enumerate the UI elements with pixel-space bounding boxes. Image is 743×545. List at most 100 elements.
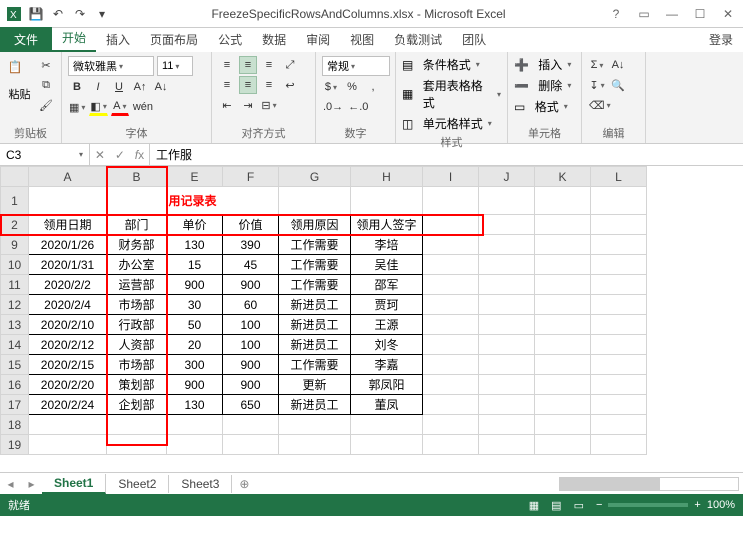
empty-cell[interactable] — [351, 435, 423, 455]
data-cell[interactable]: 郭凤阳 — [351, 375, 423, 395]
data-cell[interactable]: 60 — [223, 295, 279, 315]
data-cell[interactable]: 新进员工 — [279, 315, 351, 335]
data-cell[interactable]: 贾珂 — [351, 295, 423, 315]
currency-button[interactable]: $▾ — [322, 78, 340, 96]
cancel-formula-icon[interactable]: ✕ — [95, 148, 105, 162]
empty-cell[interactable] — [535, 415, 591, 435]
zoom-level[interactable]: 100% — [707, 499, 735, 511]
empty-cell[interactable] — [167, 435, 223, 455]
row-header-2[interactable]: 2 — [1, 215, 29, 235]
empty-cell[interactable] — [479, 435, 535, 455]
tab-page-layout[interactable]: 页面布局 — [140, 27, 208, 52]
format-painter-icon[interactable]: 🖌 — [37, 96, 55, 114]
empty-cell[interactable] — [279, 435, 351, 455]
merge-center-button[interactable]: ⊟▾ — [260, 96, 278, 114]
font-size-combo[interactable]: 11▾ — [157, 56, 193, 76]
row-header-9[interactable]: 9 — [1, 235, 29, 255]
col-header-J[interactable]: J — [479, 167, 535, 187]
data-cell[interactable]: 市场部 — [107, 295, 167, 315]
find-select-button[interactable]: 🔍 — [609, 76, 627, 94]
increase-indent-button[interactable]: ⇥ — [239, 96, 257, 114]
wrap-text-button[interactable]: ↩ — [281, 76, 299, 94]
col-header-B[interactable]: B — [107, 167, 167, 187]
col-header-H[interactable]: H — [351, 167, 423, 187]
decrease-indent-button[interactable]: ⇤ — [218, 96, 236, 114]
tab-insert[interactable]: 插入 — [96, 27, 140, 52]
empty-cell[interactable] — [535, 435, 591, 455]
grow-font-button[interactable]: A↑ — [131, 78, 149, 96]
formula-input[interactable]: 工作服 — [150, 144, 743, 165]
col-header-F[interactable]: F — [223, 167, 279, 187]
row-header-12[interactable]: 12 — [1, 295, 29, 315]
row-header-13[interactable]: 13 — [1, 315, 29, 335]
tab-home[interactable]: 开始 — [52, 25, 96, 52]
view-page-break-icon[interactable]: ▭ — [574, 499, 584, 512]
data-cell[interactable]: 45 — [223, 255, 279, 275]
data-cell[interactable]: 20 — [167, 335, 223, 355]
data-cell[interactable]: 50 — [167, 315, 223, 335]
data-cell[interactable]: 900 — [223, 275, 279, 295]
data-cell[interactable]: 2020/1/26 — [29, 235, 107, 255]
undo-icon[interactable]: ↶ — [50, 6, 66, 22]
phonetic-button[interactable]: wén — [132, 98, 154, 116]
row-header-18[interactable]: 18 — [1, 415, 29, 435]
empty-cell[interactable] — [107, 435, 167, 455]
tab-team[interactable]: 团队 — [452, 27, 496, 52]
align-left-button[interactable]: ≡ — [218, 76, 236, 94]
data-cell[interactable]: 王源 — [351, 315, 423, 335]
header-cell[interactable]: 单价 — [167, 215, 223, 235]
data-cell[interactable]: 100 — [223, 335, 279, 355]
zoom-out-button[interactable]: − — [596, 499, 602, 511]
data-cell[interactable]: 工作需要 — [279, 275, 351, 295]
empty-cell[interactable] — [351, 415, 423, 435]
col-header-E[interactable]: E — [167, 167, 223, 187]
row-header-19[interactable]: 19 — [1, 435, 29, 455]
data-cell[interactable]: 工作需要 — [279, 255, 351, 275]
data-cell[interactable]: 130 — [167, 395, 223, 415]
data-cell[interactable]: 2020/1/31 — [29, 255, 107, 275]
data-cell[interactable]: 工作需要 — [279, 235, 351, 255]
data-cell[interactable]: 新进员工 — [279, 395, 351, 415]
header-cell[interactable]: 领用原因 — [279, 215, 351, 235]
new-sheet-button[interactable]: ⊕ — [232, 477, 256, 491]
empty-cell[interactable] — [591, 415, 647, 435]
horizontal-scrollbar[interactable] — [559, 477, 739, 491]
copy-icon[interactable]: ⧉ — [37, 76, 55, 94]
data-cell[interactable]: 900 — [167, 275, 223, 295]
col-header-L[interactable]: L — [591, 167, 647, 187]
empty-cell[interactable] — [223, 415, 279, 435]
help-icon[interactable]: ? — [607, 7, 625, 21]
fx-icon[interactable]: fx — [135, 148, 144, 162]
conditional-format-button[interactable]: ▤ 条件格式▾ — [402, 56, 501, 73]
data-cell[interactable]: 900 — [223, 355, 279, 375]
minimize-icon[interactable]: — — [663, 7, 681, 21]
data-cell[interactable]: 更新 — [279, 375, 351, 395]
tab-data[interactable]: 数据 — [252, 27, 296, 52]
select-all-corner[interactable] — [1, 167, 29, 187]
underline-button[interactable]: U — [110, 78, 128, 96]
sort-filter-button[interactable]: A↓ — [609, 56, 627, 74]
header-cell[interactable]: 领用日期 — [29, 215, 107, 235]
data-cell[interactable]: 市场部 — [107, 355, 167, 375]
fill-color-button[interactable]: ◧▾ — [89, 98, 107, 116]
data-cell[interactable]: 李培 — [351, 235, 423, 255]
decrease-decimal-button[interactable]: ←.0 — [347, 98, 369, 116]
row-header-1[interactable]: 1 — [1, 187, 29, 215]
autosum-button[interactable]: Σ▾ — [588, 56, 606, 74]
data-cell[interactable]: 30 — [167, 295, 223, 315]
tab-view[interactable]: 视图 — [340, 27, 384, 52]
data-cell[interactable]: 新进员工 — [279, 335, 351, 355]
row-header-16[interactable]: 16 — [1, 375, 29, 395]
data-cell[interactable]: 900 — [167, 375, 223, 395]
data-cell[interactable]: 人资部 — [107, 335, 167, 355]
align-middle-button[interactable]: ≡ — [239, 56, 257, 74]
tab-load-test[interactable]: 负载测试 — [384, 27, 452, 52]
name-box[interactable]: C3▾ — [0, 144, 90, 165]
delete-cells-button[interactable]: ➖ 删除▾ — [514, 77, 575, 94]
sheet-nav-next-icon[interactable]: ▸ — [28, 477, 34, 491]
data-cell[interactable]: 2020/2/12 — [29, 335, 107, 355]
data-cell[interactable]: 企划部 — [107, 395, 167, 415]
ribbon-options-icon[interactable]: ▭ — [635, 7, 653, 21]
col-header-K[interactable]: K — [535, 167, 591, 187]
font-color-button[interactable]: A▾ — [111, 98, 129, 116]
